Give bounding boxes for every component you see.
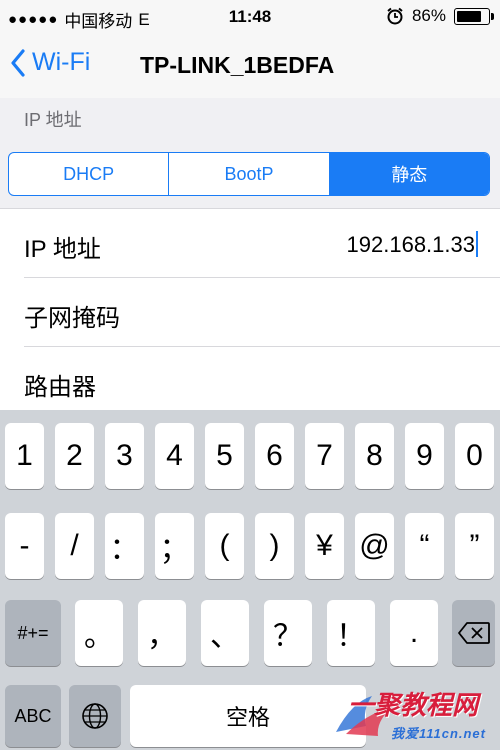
key-4[interactable]: 4 <box>155 423 194 489</box>
subnet-mask-row[interactable]: 子网掩码 <box>0 278 500 346</box>
key-6[interactable]: 6 <box>255 423 294 489</box>
ip-address-value: 192.168.1.33 <box>346 232 475 257</box>
key-more-symbols[interactable]: #+= <box>5 600 61 666</box>
key-8[interactable]: 8 <box>355 423 394 489</box>
key-exclamation[interactable]: ！ <box>327 600 375 666</box>
globe-key[interactable] <box>69 685 121 747</box>
ip-address-field[interactable]: 192.168.1.33 <box>347 231 478 258</box>
subnet-mask-label: 子网掩码 <box>24 305 120 332</box>
navigation-bar: Wi-Fi TP-LINK_1BEDFA <box>0 34 500 99</box>
ip-mode-segmented-control: DHCP BootP 静态 <box>8 152 490 196</box>
key-period[interactable]: . <box>390 600 438 666</box>
alarm-clock-icon <box>387 7 403 25</box>
segment-dhcp[interactable]: DHCP <box>9 153 170 195</box>
key-1[interactable]: 1 <box>5 423 44 489</box>
key-at[interactable]: @ <box>355 513 394 579</box>
key-right-paren[interactable]: ) <box>255 513 294 579</box>
key-0[interactable]: 0 <box>455 423 494 489</box>
key-full-stop[interactable]: 。 <box>75 600 123 666</box>
delete-key[interactable] <box>452 600 495 666</box>
key-yen[interactable]: ¥ <box>305 513 344 579</box>
status-bar: ●●●●● 中国移动 E 11:48 86% <box>0 0 500 34</box>
section-header-label: IP 地址 <box>24 110 82 130</box>
key-semicolon[interactable]: ； <box>155 513 194 579</box>
segment-bootp[interactable]: BootP <box>169 153 330 195</box>
backspace-icon <box>457 622 490 644</box>
key-left-paren[interactable]: ( <box>205 513 244 579</box>
key-colon[interactable]: ： <box>105 513 144 579</box>
battery-percent: 86% <box>411 6 446 25</box>
key-left-quote[interactable]: “ <box>405 513 444 579</box>
watermark-logo: 一聚教程网 我爱111cn.net <box>332 686 492 742</box>
battery-icon <box>454 7 494 25</box>
battery-fill <box>457 10 482 22</box>
key-5[interactable]: 5 <box>205 423 244 489</box>
status-right: 86% <box>386 6 494 26</box>
key-9[interactable]: 9 <box>405 423 444 489</box>
key-enum-comma[interactable]: 、 <box>201 600 249 666</box>
key-slash[interactable]: / <box>55 513 94 579</box>
watermark-sub-text: 我爱111cn.net <box>390 726 486 741</box>
section-header: IP 地址 <box>0 98 500 138</box>
keyboard: 1 2 3 4 5 6 7 8 9 0 - / ： ； ( ) ¥ @ “ ” … <box>0 410 500 750</box>
watermark-main-text: 一聚教程网 <box>347 690 478 720</box>
chevron-left-icon <box>11 48 25 77</box>
space-key[interactable]: 空格 <box>130 685 366 747</box>
text-cursor <box>476 231 478 257</box>
key-abc[interactable]: ABC <box>5 685 61 747</box>
router-label: 路由器 <box>24 374 96 401</box>
key-right-quote[interactable]: ” <box>455 513 494 579</box>
back-button[interactable]: Wi-Fi <box>10 48 90 77</box>
page-title: TP-LINK_1BEDFA <box>140 52 335 78</box>
segment-static[interactable]: 静态 <box>329 153 489 195</box>
key-7[interactable]: 7 <box>305 423 344 489</box>
ip-address-row[interactable]: IP 地址 192.168.1.33 <box>0 209 500 277</box>
router-row[interactable]: 路由器 <box>0 347 500 415</box>
ip-settings-list: IP 地址 192.168.1.33 子网掩码 路由器 <box>0 208 500 411</box>
back-button-label: Wi-Fi <box>32 48 91 76</box>
key-comma[interactable]: ， <box>138 600 186 666</box>
ip-address-label: IP 地址 <box>24 236 101 263</box>
key-3[interactable]: 3 <box>105 423 144 489</box>
key-2[interactable]: 2 <box>55 423 94 489</box>
key-question[interactable]: ？ <box>264 600 312 666</box>
globe-icon <box>82 703 108 729</box>
key-hyphen[interactable]: - <box>5 513 44 579</box>
